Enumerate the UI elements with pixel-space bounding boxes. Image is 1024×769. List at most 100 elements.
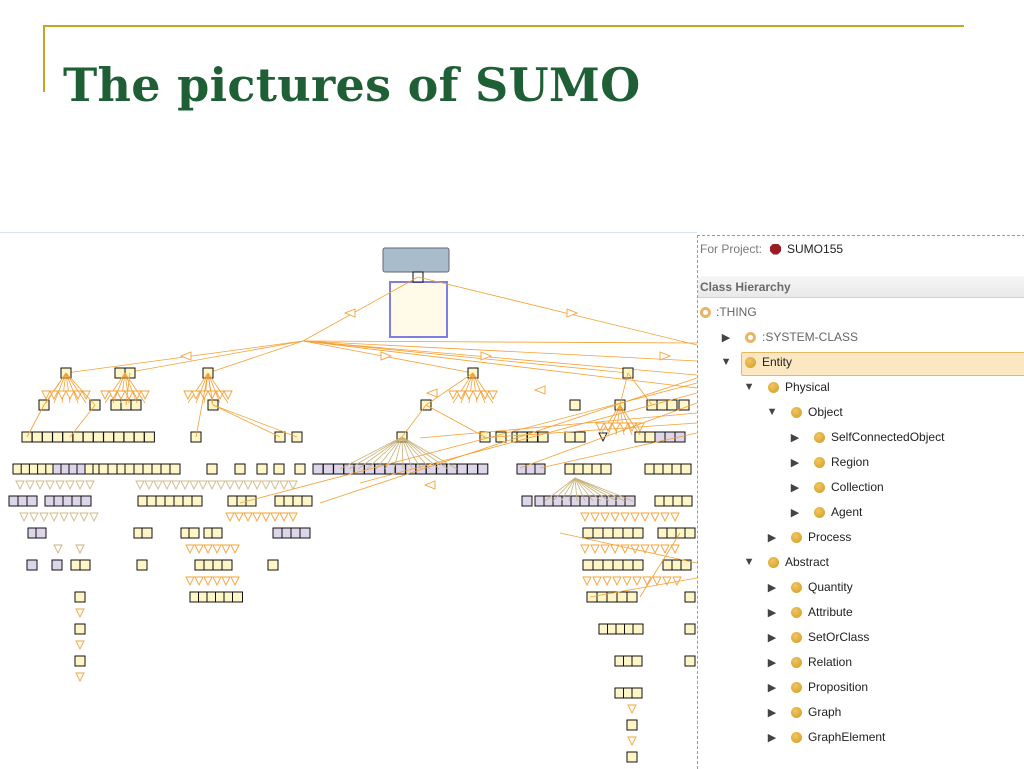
collapsed-arrow-icon[interactable]: ▶	[790, 431, 800, 444]
collapsed-arrow-icon[interactable]: ▶	[767, 656, 777, 669]
graph-node	[301, 495, 313, 507]
expanded-arrow-icon[interactable]: ▼	[744, 556, 755, 568]
tree-item-abstract[interactable]: ▼ Abstract	[698, 551, 1024, 573]
collapsed-arrow-icon[interactable]: ▶	[767, 681, 777, 694]
graph-edge	[401, 404, 427, 438]
edge-arrow-icon	[612, 576, 622, 587]
tree-item-region[interactable]: ▶ Region	[698, 451, 1024, 473]
collapsed-arrow-icon[interactable]: ▶	[790, 506, 800, 519]
collapsed-arrow-icon[interactable]: ▶	[767, 606, 777, 619]
tree-item-collection[interactable]: ▶ Collection	[698, 476, 1024, 498]
tree-item-label: SetOrClass	[808, 630, 870, 644]
edge-arrow-icon	[65, 390, 75, 401]
graph-node	[52, 431, 64, 443]
graph-node	[92, 431, 104, 443]
graph-node	[534, 463, 546, 475]
graph-node	[596, 591, 608, 603]
collapsed-arrow-icon[interactable]: ▶	[767, 731, 777, 744]
graph-node	[82, 431, 94, 443]
edge-arrow-icon	[670, 512, 680, 523]
graph-node	[312, 463, 324, 475]
tree-item-label: SelfConnectedObject	[831, 430, 945, 444]
tree-item-quantity[interactable]: ▶ Quantity	[698, 576, 1024, 598]
graph-node	[333, 463, 345, 475]
graph-node	[564, 431, 576, 443]
edge-arrow-icon	[288, 480, 298, 491]
edge-arrow-icon	[659, 351, 672, 361]
tree-item-thing[interactable]: :THING	[698, 301, 1024, 323]
edge-arrow-icon	[75, 672, 85, 683]
tree-item-setorclass[interactable]: ▶ SetOrClass	[698, 626, 1024, 648]
class-icon	[814, 481, 825, 493]
graph-edge	[212, 404, 298, 438]
tree-item-physical[interactable]: ▼ Physical	[698, 376, 1024, 398]
class-icon	[791, 681, 802, 693]
tree-item-entity[interactable]: ▼ Entity	[698, 351, 1024, 376]
edge-arrow-icon	[640, 512, 650, 523]
graph-node	[74, 623, 86, 635]
expanded-arrow-icon[interactable]: ▼	[721, 356, 732, 368]
tree-item-system-class[interactable]: ▶:SYSTEM-CLASS	[698, 326, 1024, 348]
tree-item-attribute[interactable]: ▶ Attribute	[698, 601, 1024, 623]
edge-arrow-icon	[566, 308, 579, 318]
edge-arrow-icon	[221, 544, 231, 555]
collapsed-arrow-icon[interactable]: ▶	[790, 481, 800, 494]
edge-arrow-icon	[207, 480, 217, 491]
edge-arrow-icon	[533, 385, 546, 395]
edge-arrow-icon	[223, 390, 233, 401]
collapsed-arrow-icon[interactable]: ▶	[790, 456, 800, 469]
tree-item-selfconnectedobject[interactable]: ▶ SelfConnectedObject	[698, 426, 1024, 448]
ontology-graph-canvas[interactable]	[0, 233, 697, 769]
tree-item-label: :THING	[716, 305, 757, 319]
graph-node	[602, 559, 614, 571]
edge-arrow-icon	[85, 480, 95, 491]
graph-node	[74, 655, 86, 667]
graph-node	[299, 527, 311, 539]
graph-node	[436, 463, 448, 475]
tree-item-proposition[interactable]: ▶ Proposition	[698, 676, 1024, 698]
ontology-graph-view[interactable]	[0, 232, 697, 769]
edge-arrow-icon	[19, 512, 29, 523]
graph-node	[574, 431, 586, 443]
expanded-arrow-icon[interactable]: ▼	[767, 406, 778, 418]
expanded-arrow-icon[interactable]: ▼	[744, 381, 755, 393]
class-hierarchy-title: Class Hierarchy	[700, 279, 791, 294]
project-icon	[770, 243, 782, 255]
graph-node	[211, 527, 223, 539]
tree-item-graphelement[interactable]: ▶ GraphElement	[698, 726, 1024, 748]
tree-item-graph[interactable]: ▶ Graph	[698, 701, 1024, 723]
edge-arrow-icon	[261, 480, 271, 491]
edge-arrow-icon	[194, 544, 204, 555]
graph-edge	[302, 340, 629, 374]
edge-arrow-icon	[53, 544, 63, 555]
project-bar: For Project: SUMO155	[698, 236, 1024, 262]
edge-arrow-icon	[630, 512, 640, 523]
graph-node	[632, 527, 644, 539]
tree-item-relation[interactable]: ▶ Relation	[698, 651, 1024, 673]
graph-node	[123, 431, 135, 443]
class-icon	[768, 556, 779, 568]
graph-node	[141, 527, 153, 539]
graph-edge	[417, 276, 697, 346]
collapsed-arrow-icon[interactable]: ▶	[767, 531, 777, 544]
collapsed-arrow-icon[interactable]: ▶	[767, 631, 777, 644]
tree-item-process[interactable]: ▶ Process	[698, 526, 1024, 548]
graph-node	[79, 559, 91, 571]
edge-arrow-icon	[75, 640, 85, 651]
collapsed-arrow-icon[interactable]: ▶	[767, 581, 777, 594]
edge-arrow-icon	[198, 480, 208, 491]
edge-arrow-icon	[49, 512, 59, 523]
graph-node	[41, 431, 53, 443]
collapsed-arrow-icon[interactable]: ▶	[767, 706, 777, 719]
tree-item-object[interactable]: ▼ Object	[698, 401, 1024, 423]
tree-item-agent[interactable]: ▶ Agent	[698, 501, 1024, 523]
graph-node	[624, 495, 636, 507]
tree-item-label: Entity	[762, 355, 793, 369]
collapsed-arrow-icon[interactable]: ▶	[721, 331, 731, 344]
tree-item-label: Physical	[785, 380, 830, 394]
edge-arrow-icon	[171, 480, 181, 491]
graph-node	[666, 399, 678, 411]
class-icon	[791, 606, 802, 618]
edge-arrow-icon	[660, 512, 670, 523]
edge-arrow-icon	[153, 480, 163, 491]
